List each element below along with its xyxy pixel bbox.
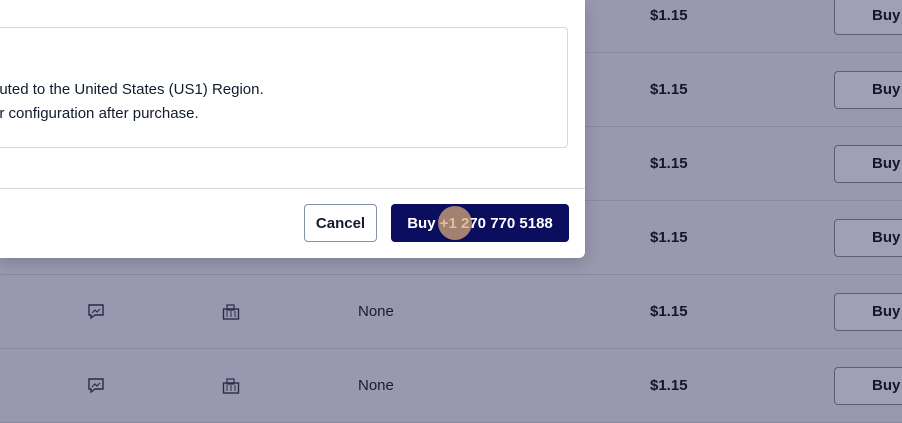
buy-number-modal: outed to the United States (US1) Region.… [0, 0, 585, 258]
fax-icon [222, 377, 240, 395]
buy-button[interactable]: Buy [834, 145, 902, 183]
price-cell: $1.15 [650, 155, 688, 172]
footer-divider [0, 188, 585, 189]
address-requirement: None [358, 377, 394, 394]
table-row: None $1.15 Buy [0, 275, 902, 349]
price-cell: $1.15 [650, 7, 688, 24]
buy-number-button[interactable]: Buy +1 270 770 5188 [391, 204, 569, 242]
price-cell: $1.15 [650, 229, 688, 246]
cancel-button[interactable]: Cancel [304, 204, 377, 242]
buy-button[interactable]: Buy [834, 293, 902, 331]
mms-icon [87, 377, 105, 395]
price-cell: $1.15 [650, 303, 688, 320]
price-cell: $1.15 [650, 81, 688, 98]
info-text-routing: outed to the United States (US1) Region. [0, 81, 264, 98]
buy-button[interactable]: Buy [834, 367, 902, 405]
buy-button[interactable]: Buy [834, 71, 902, 109]
address-requirement: None [358, 303, 394, 320]
info-notice: outed to the United States (US1) Region.… [0, 27, 568, 148]
info-text-configuration: er configuration after purchase. [0, 105, 199, 122]
price-cell: $1.15 [650, 377, 688, 394]
table-row: None $1.15 Buy [0, 349, 902, 423]
buy-button[interactable]: Buy [834, 0, 902, 35]
fax-icon [222, 303, 240, 321]
buy-button[interactable]: Buy [834, 219, 902, 257]
mms-icon [87, 303, 105, 321]
